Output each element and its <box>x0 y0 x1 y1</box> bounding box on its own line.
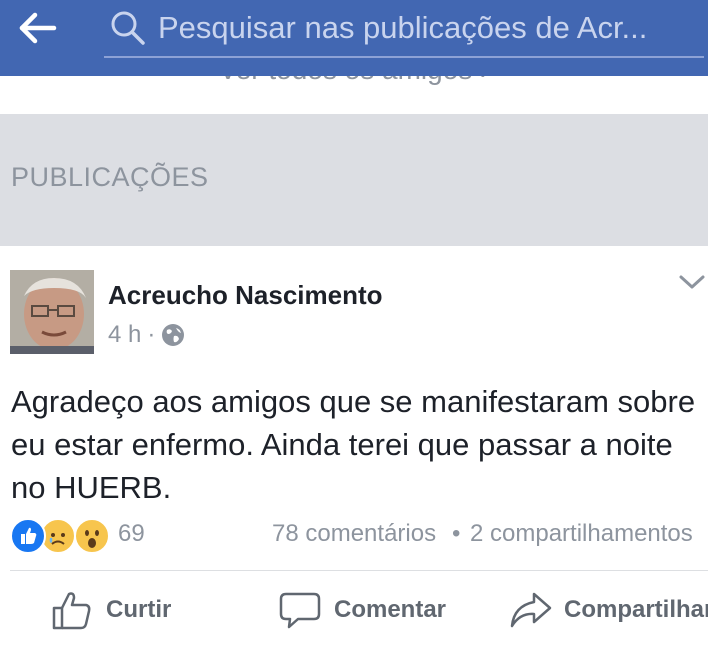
shares-count[interactable]: 2 compartilhamentos <box>470 520 693 548</box>
share-label: Compartilhar <box>564 596 708 623</box>
comment-label: Comentar <box>334 596 447 623</box>
post-author[interactable]: Acreucho Nascimento <box>108 280 383 311</box>
comments-count[interactable]: 78 comentários <box>272 520 436 548</box>
reactions-row: 69 78 comentários • 2 compartilhamentos <box>0 512 708 556</box>
post-text: Agradeço aos amigos que se manifestaram … <box>11 384 696 505</box>
see-all-friends-link[interactable]: Ver todos os amigos › <box>0 76 708 86</box>
back-button[interactable] <box>18 8 70 48</box>
search-icon <box>111 11 145 45</box>
avatar-photo <box>10 270 94 354</box>
wow-reaction-icon[interactable] <box>74 518 110 554</box>
comment-icon <box>279 592 321 629</box>
post-options-button[interactable] <box>678 272 706 292</box>
section-title: PUBLICAÇÕES <box>11 162 209 192</box>
divider <box>10 570 708 571</box>
globe-icon <box>162 324 185 346</box>
post-time[interactable]: 4 h <box>108 321 141 349</box>
stats-separator: • <box>452 520 461 547</box>
friends-strip: Ver todos os amigos › <box>0 76 708 114</box>
comment-button[interactable]: Comentar <box>278 588 446 632</box>
share-arrow-icon <box>510 592 552 628</box>
post-actions: Curtir Comentar Compartilhar <box>0 580 708 640</box>
avatar[interactable] <box>10 270 94 354</box>
share-button[interactable]: Compartilhar <box>508 588 708 632</box>
like-label: Curtir <box>106 596 172 623</box>
post-meta: 4 h · <box>108 320 185 350</box>
reaction-count[interactable]: 69 <box>118 520 145 548</box>
thumbs-up-icon <box>52 592 91 630</box>
post-card: Acreucho Nascimento 4 h · Agradeço aos a… <box>0 246 708 652</box>
search-input[interactable] <box>158 4 698 52</box>
like-reaction-icon[interactable] <box>10 518 46 554</box>
top-bar <box>0 0 708 76</box>
like-button[interactable]: Curtir <box>50 588 171 632</box>
search-bar <box>104 2 704 58</box>
section-header: PUBLICAÇÕES <box>0 114 708 246</box>
chevron-down-icon <box>679 275 705 289</box>
back-arrow-icon <box>19 12 57 44</box>
meta-separator: · <box>147 321 156 348</box>
